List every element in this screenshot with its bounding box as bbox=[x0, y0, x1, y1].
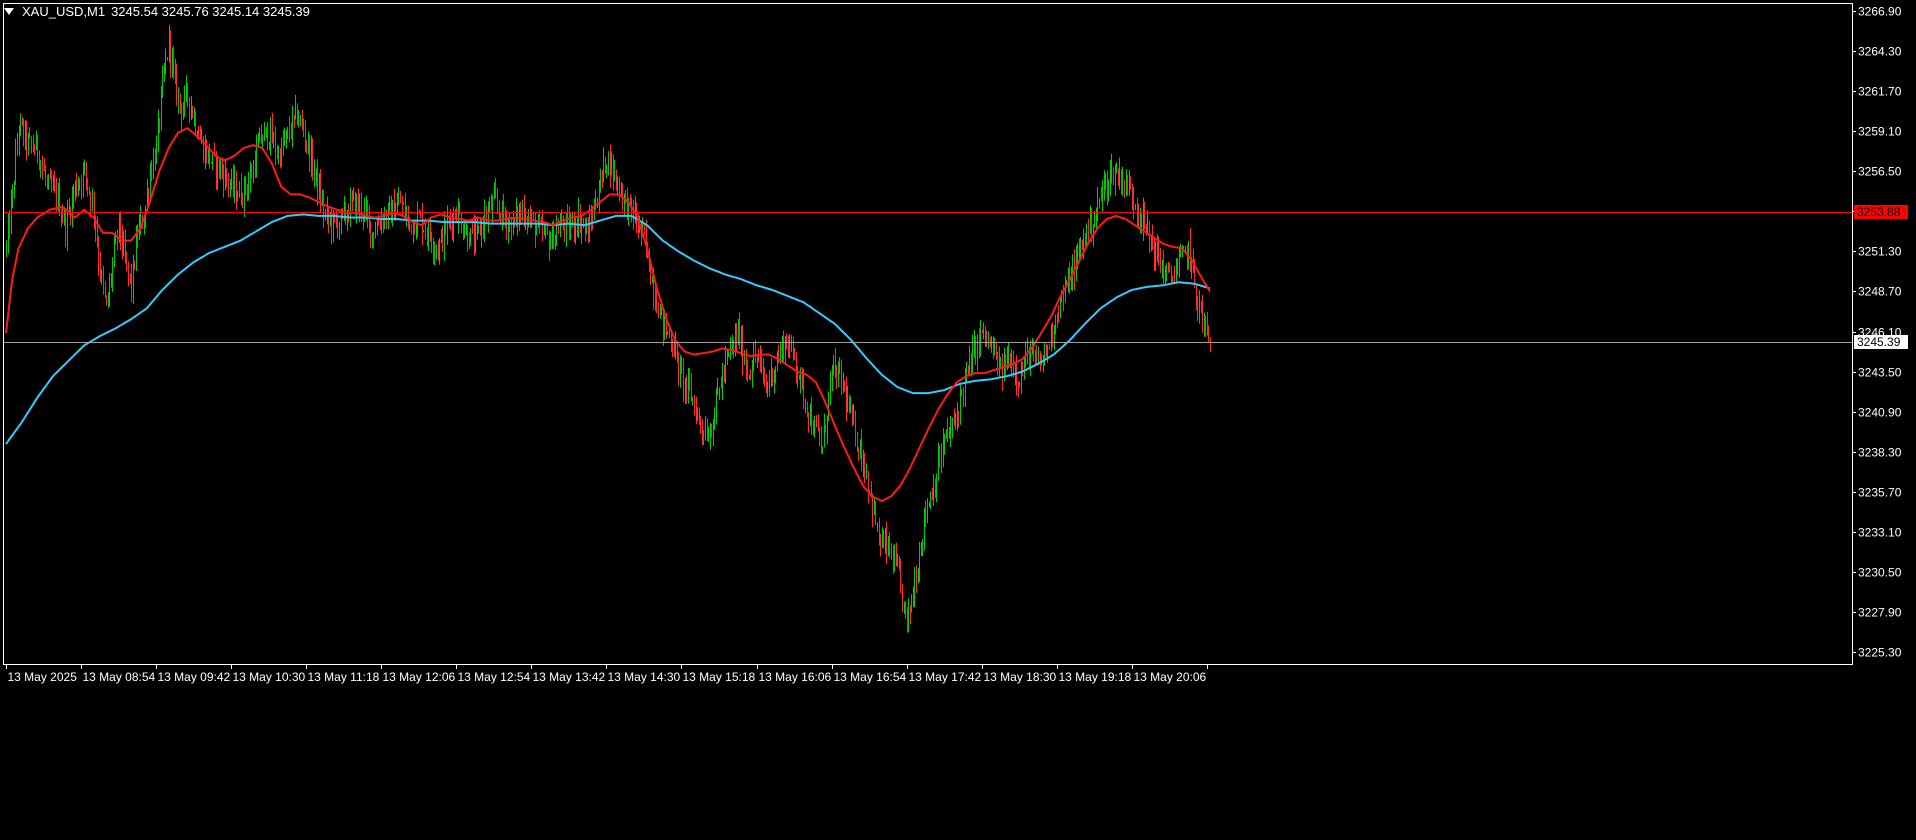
x-tick-label: 13 May 10:30 bbox=[233, 670, 306, 684]
x-tick-label: 13 May 08:54 bbox=[83, 670, 156, 684]
y-tick-label: 3225.30 bbox=[1858, 646, 1902, 660]
x-tick-label: 13 May 18:30 bbox=[984, 670, 1057, 684]
x-tick-label: 13 May 17:42 bbox=[909, 670, 982, 684]
symbol-label: XAU_USD,M1 bbox=[22, 4, 106, 19]
y-tick-label: 3235.70 bbox=[1858, 486, 1902, 500]
y-tick-label: 3233.10 bbox=[1858, 526, 1902, 540]
y-tick-label: 3230.50 bbox=[1858, 566, 1902, 580]
x-tick-label: 13 May 15:18 bbox=[683, 670, 756, 684]
ohlc-readout: 3245.54 3245.76 3245.14 3245.39 bbox=[111, 4, 310, 19]
x-tick-label: 13 May 20:06 bbox=[1134, 670, 1207, 684]
y-tick-label: 3248.70 bbox=[1858, 285, 1902, 299]
x-tick-label: 13 May 11:18 bbox=[308, 670, 380, 684]
symbol-legend: XAU_USD,M1 3245.54 3245.76 3245.14 3245.… bbox=[4, 4, 310, 19]
x-tick-label: 13 May 19:18 bbox=[1059, 670, 1132, 684]
chart-window[interactable]: 3266.90 3264.30 3261.70 3259.10 3256.50 3253.… bbox=[0, 0, 1916, 840]
y-tick-label: 3227.90 bbox=[1858, 606, 1902, 620]
x-tick-label: 13 May 14:30 bbox=[608, 670, 681, 684]
y-tick-label: 3243.50 bbox=[1858, 366, 1902, 380]
x-tick-label: 13 May 13:42 bbox=[533, 670, 606, 684]
y-tick-label: 3264.30 bbox=[1858, 45, 1902, 59]
y-tick-label: 3259.10 bbox=[1858, 125, 1902, 139]
y-tick-label: 3266.90 bbox=[1858, 5, 1902, 19]
level-price-tag-label: 3253.88 bbox=[1857, 205, 1901, 219]
x-tick-label: 13 May 2025 bbox=[8, 670, 78, 684]
y-tick-label: 3261.70 bbox=[1858, 85, 1902, 99]
x-tick-label: 13 May 12:54 bbox=[458, 670, 531, 684]
bid-price-tag-label: 3245.39 bbox=[1857, 335, 1901, 349]
x-tick-label: 13 May 16:54 bbox=[834, 670, 907, 684]
x-tick-label: 13 May 12:06 bbox=[383, 670, 456, 684]
y-tick-label: 3238.30 bbox=[1858, 446, 1902, 460]
y-tick-label: 3251.30 bbox=[1858, 245, 1902, 259]
collapse-triangle-icon[interactable] bbox=[4, 8, 14, 15]
x-tick-label: 13 May 16:06 bbox=[759, 670, 832, 684]
price-chart[interactable]: 3266.90 3264.30 3261.70 3259.10 3256.50 3253.… bbox=[0, 0, 1916, 840]
x-tick-label: 13 May 09:42 bbox=[158, 670, 231, 684]
y-tick-label: 3256.50 bbox=[1858, 165, 1902, 179]
y-tick-label: 3240.90 bbox=[1858, 406, 1902, 420]
